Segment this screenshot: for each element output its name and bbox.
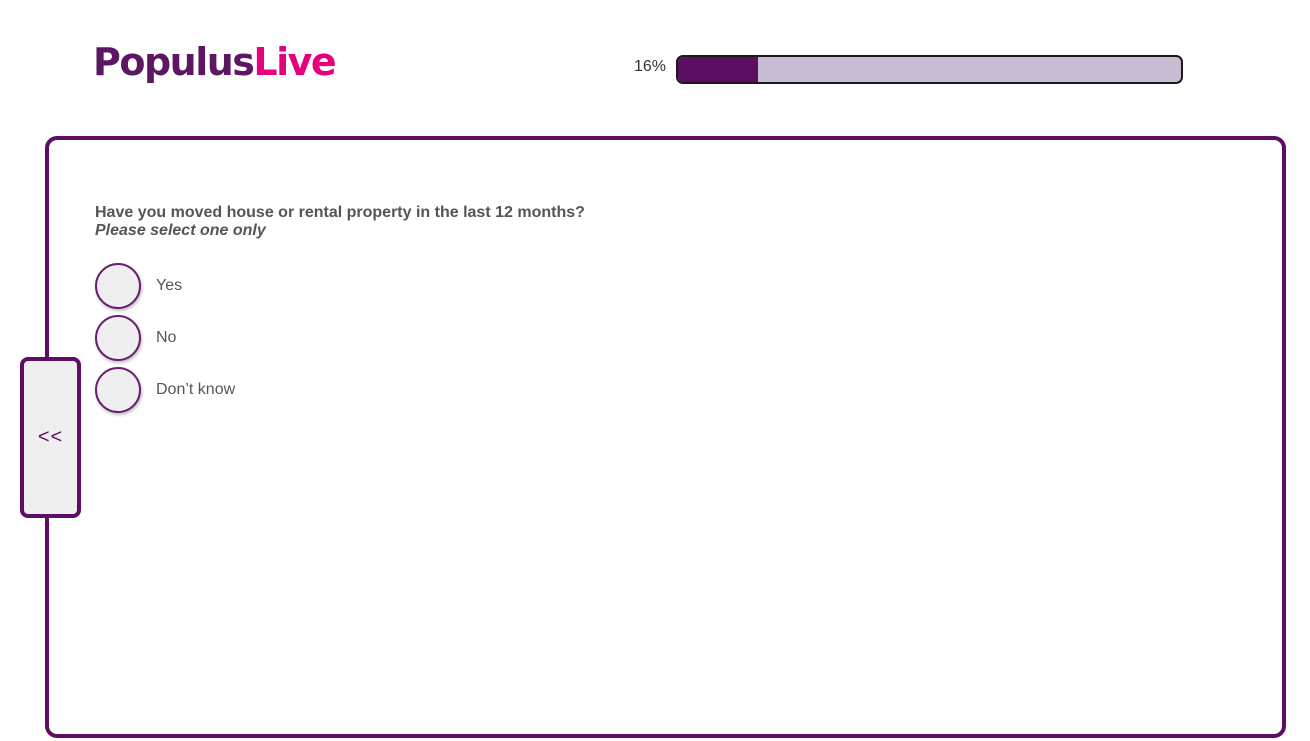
logo-text-populus: Populus xyxy=(93,40,255,84)
option-dont-know[interactable]: Don’t know xyxy=(95,364,235,416)
progress-percent-label: 16% xyxy=(633,58,666,75)
radio-button-no[interactable] xyxy=(95,315,141,361)
radio-button-yes[interactable] xyxy=(95,263,141,309)
option-label-dont-know[interactable]: Don’t know xyxy=(156,381,235,399)
option-no[interactable]: No xyxy=(95,312,235,364)
back-button-label[interactable]: << xyxy=(38,426,63,449)
survey-page: Populus Live 16% Have you moved house or … xyxy=(0,0,1310,741)
option-label-yes[interactable]: Yes xyxy=(156,277,182,295)
progress-bar-fill xyxy=(678,57,759,82)
progress-bar xyxy=(676,55,1183,84)
logo-text-live: Live xyxy=(253,40,336,84)
option-yes[interactable]: Yes xyxy=(95,260,235,312)
question-instruction: Please select one only xyxy=(95,222,266,239)
question-title: Have you moved house or rental property … xyxy=(95,204,585,221)
option-label-no[interactable]: No xyxy=(156,329,176,347)
radio-button-dont-know[interactable] xyxy=(95,367,141,413)
populuslive-logo: Populus Live xyxy=(93,37,337,87)
question-block: Have you moved house or rental property … xyxy=(95,204,585,240)
answer-options: Yes No Don’t know xyxy=(95,260,235,416)
back-button[interactable]: << xyxy=(20,357,81,518)
